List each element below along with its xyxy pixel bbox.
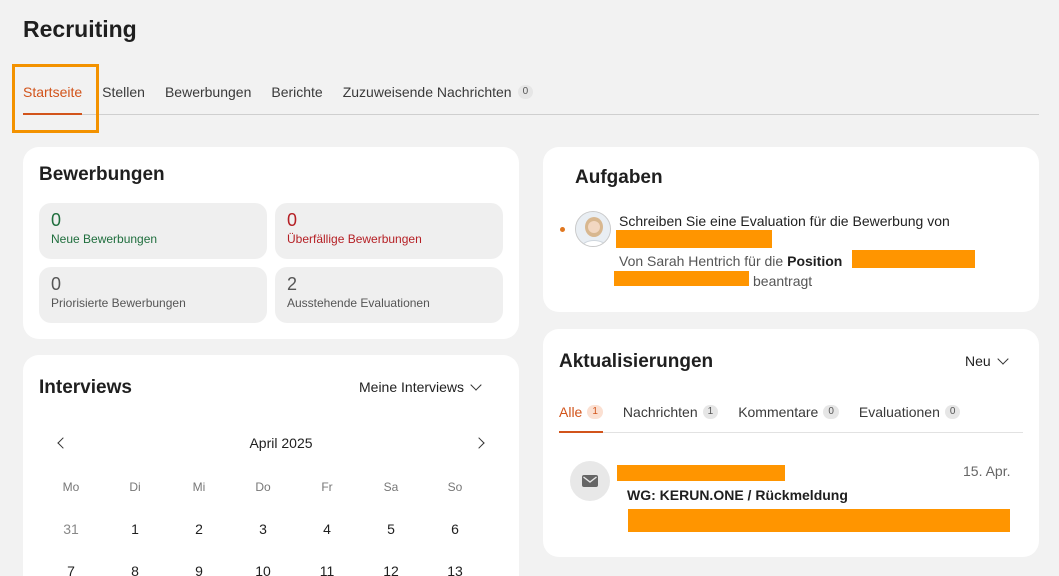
interviews-title: Interviews xyxy=(39,377,132,398)
tab-label: Startseite xyxy=(23,84,83,100)
stat-overdue-applications[interactable]: 0 Überfällige Bewerbungen xyxy=(275,203,503,259)
weekday-label: Mi xyxy=(192,480,206,494)
calendar-day[interactable]: 4 xyxy=(295,515,359,557)
avatar xyxy=(575,211,611,247)
tab-label: Alle xyxy=(559,403,583,420)
interviews-filter-dropdown[interactable]: Meine Interviews xyxy=(359,379,482,395)
update-subject: WG: KERUN.ONE / Rückmeldung xyxy=(627,487,848,503)
chevron-down-icon xyxy=(470,379,482,391)
stat-value: 0 xyxy=(51,210,62,230)
calendar-day[interactable]: 6 xyxy=(423,515,487,557)
weekday-label: Mo xyxy=(62,480,80,494)
tab-count-badge: 1 xyxy=(587,404,603,419)
tab-label: Berichte xyxy=(271,84,323,100)
calendar-month: April 2025 xyxy=(249,435,313,451)
stat-label: Neue Bewerbungen xyxy=(51,232,158,246)
tab-berichte[interactable]: Berichte xyxy=(271,70,322,114)
task-text: Schreiben Sie eine Evaluation für die Be… xyxy=(619,213,950,229)
calendar-day[interactable]: 13 xyxy=(423,557,487,576)
task-position-label: Position xyxy=(787,253,843,269)
updates-filter-dropdown[interactable]: Neu xyxy=(965,353,1009,369)
redacted-position-id xyxy=(614,271,749,286)
tab-count-badge: 1 xyxy=(702,404,719,419)
update-date: 15. Apr. xyxy=(963,463,1011,479)
tab-label: Zuzuweisende Nachrichten xyxy=(342,84,512,100)
weekday-label: Sa xyxy=(383,480,399,494)
calendar-day[interactable]: 12 xyxy=(359,557,423,576)
tab-label: Bewerbungen xyxy=(164,84,252,100)
tab-label: Evaluationen xyxy=(858,403,940,420)
chevron-right-icon xyxy=(473,437,485,449)
calendar-day[interactable]: 2 xyxy=(167,515,231,557)
tab-count-badge: 0 xyxy=(517,85,534,99)
mail-icon xyxy=(582,475,598,487)
dropdown-label: Meine Interviews xyxy=(359,379,465,395)
stat-label: Ausstehende Evaluationen xyxy=(287,296,430,310)
calendar-day[interactable]: 9 xyxy=(167,557,231,576)
calendar-day[interactable]: 1 xyxy=(103,515,167,557)
stat-value: 0 xyxy=(51,274,62,294)
applications-card: Bewerbungen 0 Neue Bewerbungen 0 Überfäl… xyxy=(23,147,519,339)
calendar-grid: Mo Di Mi Do Fr Sa So 31 1 2 3 4 5 6 7 8 … xyxy=(39,473,487,576)
redacted-sender xyxy=(617,465,785,481)
tab-alle[interactable]: Alle 1 xyxy=(559,391,603,433)
applications-title: Bewerbungen xyxy=(39,164,165,185)
calendar-day[interactable]: 3 xyxy=(231,515,295,557)
stat-label: Überfällige Bewerbungen xyxy=(287,232,422,246)
stat-label: Priorisierte Bewerbungen xyxy=(51,296,186,310)
page-title: Recruiting xyxy=(23,16,137,42)
calendar-day[interactable]: 10 xyxy=(231,557,295,576)
main-tabs: Startseite Stellen Bewerbungen Berichte … xyxy=(23,70,1039,115)
tab-count-badge: 0 xyxy=(823,404,839,419)
tab-label: Nachrichten xyxy=(622,403,698,420)
stat-value: 2 xyxy=(287,274,298,294)
chevron-down-icon xyxy=(997,353,1009,365)
tab-zuzuweisende-nachrichten[interactable]: Zuzuweisende Nachrichten 0 xyxy=(342,70,534,114)
redacted-applicant-name xyxy=(616,230,772,248)
task-status-suffix: beantragt xyxy=(753,273,813,289)
stat-prioritized-applications[interactable]: 0 Priorisierte Bewerbungen xyxy=(39,267,267,323)
chevron-left-icon xyxy=(57,437,69,449)
tasks-card: Aufgaben Schreiben Sie eine Evaluation f… xyxy=(543,147,1039,312)
calendar-day[interactable]: 31 xyxy=(39,515,103,557)
calendar-day[interactable]: 7 xyxy=(39,557,103,576)
calendar-day[interactable]: 8 xyxy=(103,557,167,576)
tab-bewerbungen[interactable]: Bewerbungen xyxy=(165,70,251,114)
interviews-card: Interviews Meine Interviews April 2025 M… xyxy=(23,355,519,576)
tab-kommentare[interactable]: Kommentare 0 xyxy=(738,391,839,432)
tab-label: Stellen xyxy=(102,84,145,100)
redacted-preview xyxy=(628,509,1010,532)
mail-avatar xyxy=(570,461,610,501)
task-by-prefix: Von Sarah Hentrich für die xyxy=(619,253,784,269)
weekday-label: Di xyxy=(129,480,141,494)
tab-nachrichten[interactable]: Nachrichten 1 xyxy=(622,391,719,432)
weekday-label: Fr xyxy=(321,480,333,494)
tab-stellen[interactable]: Stellen xyxy=(102,70,145,114)
tab-label: Kommentare xyxy=(738,403,819,420)
weekday-label: Do xyxy=(255,480,271,494)
tab-count-badge: 0 xyxy=(944,404,961,419)
updates-tabs: Alle 1 Nachrichten 1 Kommentare 0 Evalua… xyxy=(559,391,1023,433)
dropdown-label: Neu xyxy=(965,353,991,369)
stat-new-applications[interactable]: 0 Neue Bewerbungen xyxy=(39,203,267,259)
tasks-title: Aufgaben xyxy=(575,167,663,188)
stat-value: 0 xyxy=(287,210,298,230)
updates-card: Aktualisierungen Neu Alle 1 Nachrichten … xyxy=(543,329,1039,557)
tab-startseite[interactable]: Startseite xyxy=(23,70,83,115)
calendar-day[interactable]: 5 xyxy=(359,515,423,557)
weekday-label: So xyxy=(447,480,463,494)
calendar-prev-button[interactable] xyxy=(57,437,69,449)
task-requested-by: Von Sarah Hentrich für die Position xyxy=(619,253,842,269)
calendar-next-button[interactable] xyxy=(473,437,485,449)
unread-dot-icon xyxy=(560,227,565,232)
redacted-position-name xyxy=(852,250,975,268)
tab-evaluationen[interactable]: Evaluationen 0 xyxy=(859,391,961,432)
stat-pending-evaluations[interactable]: 2 Ausstehende Evaluationen xyxy=(275,267,503,323)
calendar-day[interactable]: 11 xyxy=(295,557,359,576)
updates-title: Aktualisierungen xyxy=(559,351,714,372)
